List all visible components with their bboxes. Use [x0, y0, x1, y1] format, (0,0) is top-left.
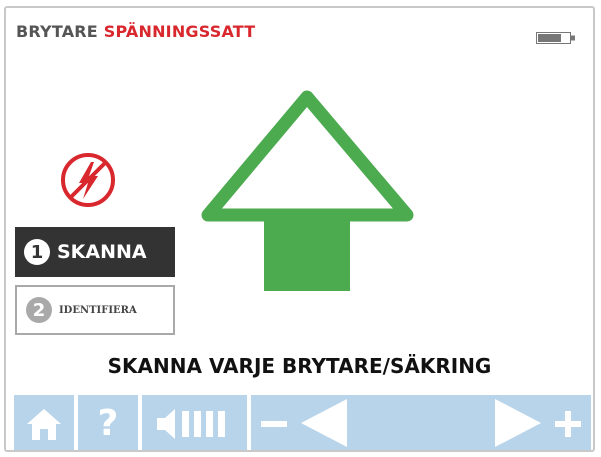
adjust-control[interactable] — [251, 395, 591, 450]
step-identify[interactable]: 2 IDENTIFIERA — [15, 285, 175, 335]
step-number-badge: 1 — [24, 239, 50, 265]
left-arrow-icon — [301, 399, 347, 447]
bottom-toolbar: ? — [14, 395, 591, 450]
battery-icon — [536, 29, 576, 44]
up-arrow-icon — [200, 89, 420, 292]
help-icon: ? — [97, 403, 119, 444]
step-number-badge: 2 — [26, 297, 52, 323]
adjust-slider — [261, 399, 581, 447]
status-header: BRYTARE SPÄNNINGSSATT — [16, 22, 255, 41]
home-button[interactable] — [14, 395, 74, 450]
volume-icon — [156, 408, 225, 439]
voltage-hazard-icon — [58, 150, 118, 210]
help-button[interactable]: ? — [78, 395, 138, 450]
device-screen: BRYTARE SPÄNNINGSSATT 1 SKANNA 2 IDENTIF… — [4, 6, 595, 452]
minus-icon — [261, 421, 287, 427]
home-icon — [27, 408, 61, 440]
volume-button[interactable] — [142, 395, 247, 450]
header-status: SPÄNNINGSSATT — [103, 22, 256, 41]
header-label: BRYTARE — [16, 22, 98, 41]
step-scan[interactable]: 1 SKANNA — [15, 227, 175, 277]
right-arrow-icon — [495, 399, 541, 447]
step-label: IDENTIFIERA — [59, 304, 137, 316]
instruction-text: SKANNA VARJE BRYTARE/SÄKRING — [107, 354, 492, 378]
step-label: SKANNA — [57, 241, 147, 263]
